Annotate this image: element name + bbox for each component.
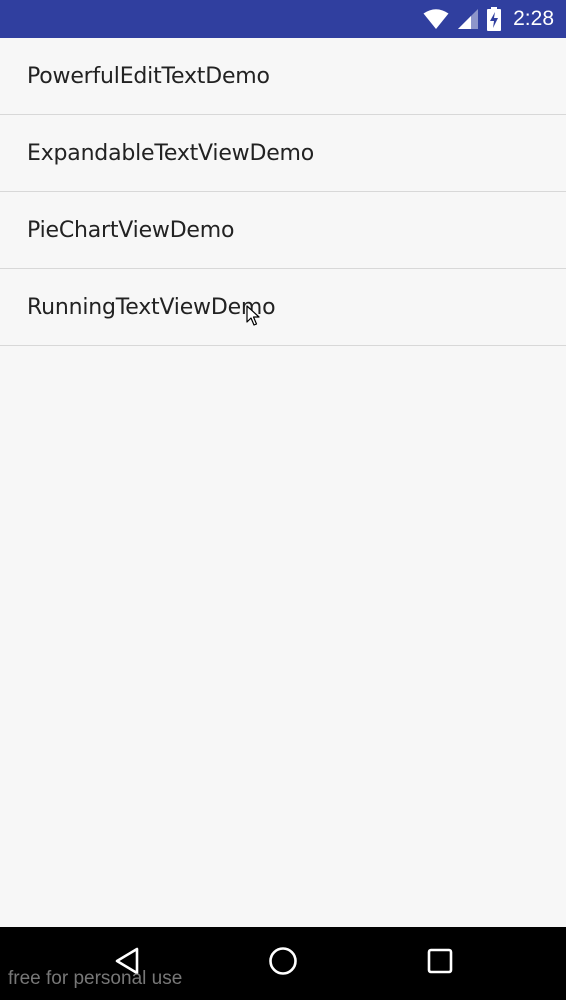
status-bar: 2:28 [0, 0, 566, 38]
wifi-icon [423, 8, 449, 30]
app-screen: 2:28 PowerfulEditTextDemo ExpandableText… [0, 0, 566, 1000]
list-item-label: PieChartViewDemo [27, 217, 235, 243]
status-time: 2:28 [513, 7, 554, 30]
mouse-cursor-icon [246, 305, 260, 327]
cell-signal-icon [457, 8, 479, 30]
status-icons: 2:28 [423, 0, 554, 38]
recents-icon [426, 947, 454, 979]
list-item-pie-chart-view-demo[interactable]: PieChartViewDemo [0, 192, 566, 269]
list-item-label: PowerfulEditTextDemo [27, 63, 270, 89]
home-icon [267, 945, 299, 981]
recents-button[interactable] [422, 945, 458, 981]
list-item-expandable-text-view-demo[interactable]: ExpandableTextViewDemo [0, 115, 566, 192]
battery-charging-icon [487, 7, 502, 31]
home-button[interactable] [265, 945, 301, 981]
demo-list: PowerfulEditTextDemo ExpandableTextViewD… [0, 38, 566, 346]
list-item-label: RunningTextViewDemo [27, 294, 276, 320]
watermark-text: free for personal use [8, 968, 183, 989]
list-item-label: ExpandableTextViewDemo [27, 140, 315, 166]
list-item-powerful-edit-text-demo[interactable]: PowerfulEditTextDemo [0, 38, 566, 115]
list-item-running-text-view-demo[interactable]: RunningTextViewDemo [0, 269, 566, 346]
